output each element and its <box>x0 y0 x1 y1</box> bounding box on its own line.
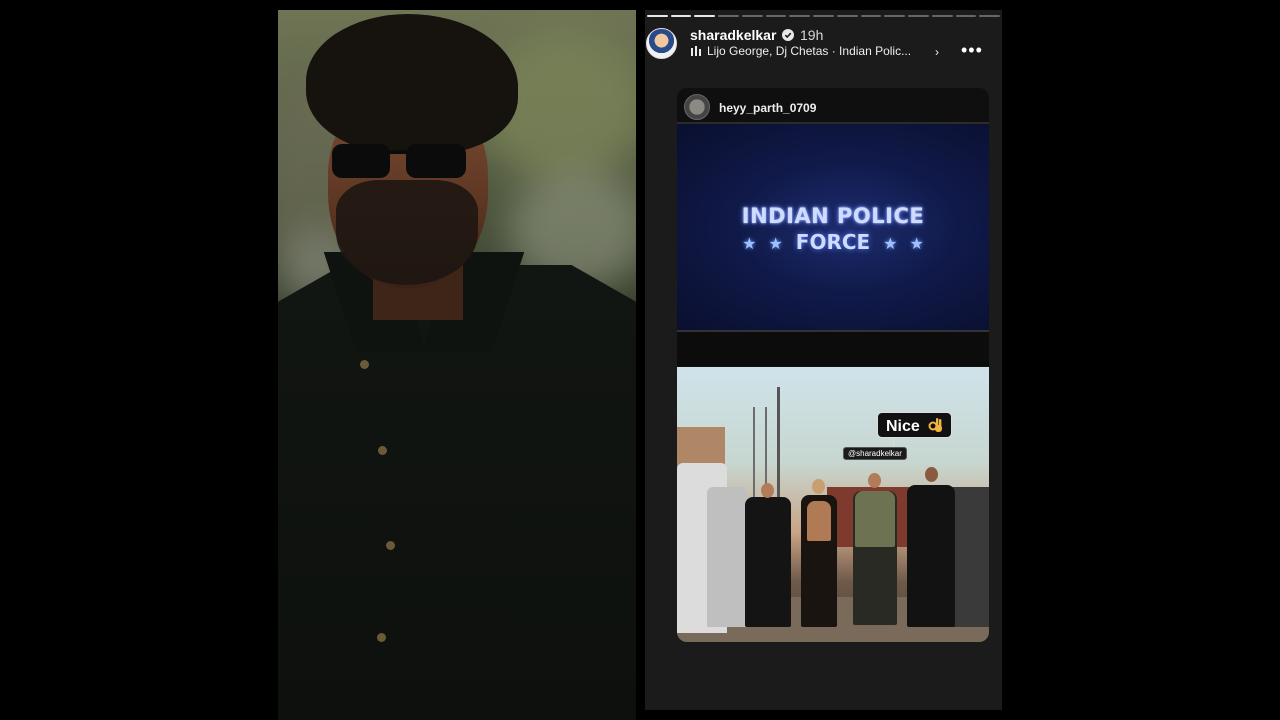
card-header: heyy_parth_0709 <box>677 88 989 122</box>
ok-hand-icon <box>928 418 943 432</box>
chevron-right-icon[interactable]: › <box>935 45 939 59</box>
progress-segment <box>931 15 953 17</box>
star-icon: ★ <box>909 234 924 253</box>
story-timestamp: 19h <box>800 27 824 43</box>
progress-segment <box>694 15 716 17</box>
star-icon: ★ <box>768 234 783 253</box>
person-figure <box>745 497 791 627</box>
instagram-story[interactable]: sharadkelkar 19h Lijo George, Dj Chetas … <box>645 10 1002 710</box>
story-header: sharadkelkar 19h Lijo George, Dj Chetas … <box>645 26 1002 66</box>
sticker-text: Nice <box>886 418 920 435</box>
video-strip <box>677 330 989 366</box>
more-horizontal-icon[interactable]: ••• <box>961 40 983 61</box>
actor-photo <box>278 10 636 720</box>
avatar[interactable] <box>646 28 677 59</box>
progress-segment <box>647 15 668 17</box>
cast-photo: Nice @sharadkelkar <box>677 367 989 642</box>
shirt-button <box>386 541 395 550</box>
nice-sticker: Nice <box>877 412 953 438</box>
card-username[interactable]: heyy_parth_0709 <box>719 101 816 115</box>
person-hair <box>306 14 518 154</box>
banner-title-line2: FORCE <box>795 230 871 254</box>
progress-segment <box>955 15 977 17</box>
progress-segment <box>860 15 882 17</box>
star-icon: ★ <box>883 234 898 253</box>
progress-segment <box>884 15 906 17</box>
banner-title: INDIAN POLICE <box>741 204 925 228</box>
reposted-post-card[interactable]: heyy_parth_0709 INDIAN POLICE ★ ★ FORCE ★… <box>677 88 989 642</box>
sunglasses <box>332 144 466 178</box>
progress-segment <box>813 15 834 17</box>
story-progress-bar <box>647 15 1001 18</box>
story-username[interactable]: sharadkelkar <box>690 27 776 43</box>
shirt-button <box>377 633 386 642</box>
progress-segment <box>789 15 811 17</box>
progress-segment <box>836 15 858 17</box>
music-bars-icon <box>691 46 701 56</box>
mention-tag[interactable]: @sharadkelkar <box>843 447 907 460</box>
car <box>707 487 747 627</box>
music-attribution[interactable]: Lijo George, Dj Chetas · Indian Polic... <box>707 44 911 58</box>
shirt-button <box>378 446 387 455</box>
progress-segment <box>718 15 739 17</box>
star-icon: ★ <box>742 234 757 253</box>
progress-segment <box>765 15 787 17</box>
verified-badge-icon <box>782 29 794 41</box>
shirt-button <box>360 360 369 369</box>
progress-segment <box>908 15 929 17</box>
person-figure <box>907 485 955 627</box>
title-banner: INDIAN POLICE ★ ★ FORCE ★ ★ <box>677 122 989 330</box>
card-avatar[interactable] <box>684 94 710 120</box>
progress-segment <box>741 15 763 17</box>
progress-segment <box>670 15 692 17</box>
progress-segment <box>979 15 1001 17</box>
